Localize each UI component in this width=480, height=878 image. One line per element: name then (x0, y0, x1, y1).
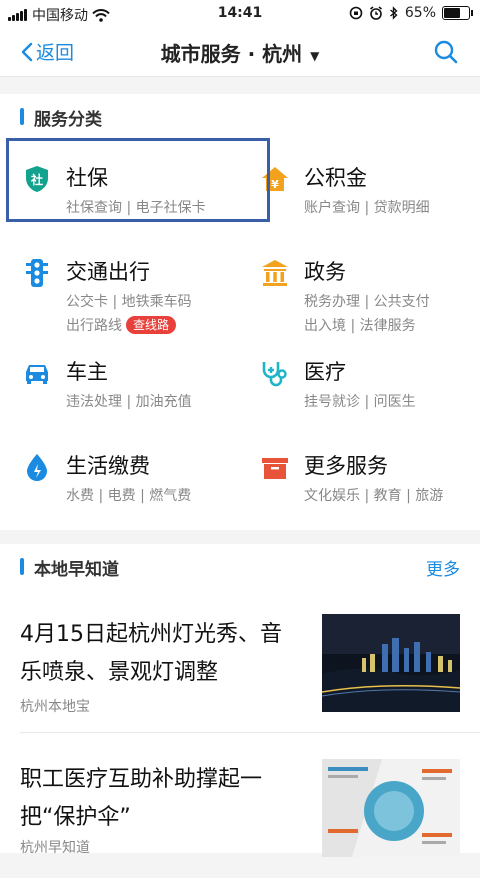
service-name: 医疗 (304, 360, 346, 384)
battery-fill (444, 8, 460, 18)
service-links: 水费 | 电费 | 燃气费 (66, 488, 192, 504)
news-item[interactable]: 4月15日起杭州灯光秀、音乐喷泉、景观灯调整 杭州本地宝 (0, 588, 480, 733)
service-name: 交通出行 (66, 260, 150, 284)
service-name: 社保 (66, 166, 108, 190)
service-links: 社保查询 | 电子社保卡 (66, 200, 206, 216)
service-links: 挂号就诊 | 问医生 (304, 394, 416, 410)
status-right: 65% (349, 5, 473, 21)
section-bar (20, 558, 24, 575)
nav-bar: 返回 城市服务 · 杭州 ▼ (0, 28, 480, 77)
house-fund-icon: ¥ (262, 167, 288, 191)
status-bar: 中国移动 14:41 65% (0, 0, 480, 28)
caret-down-icon: ▼ (310, 48, 320, 63)
news-source: 杭州早知道 (20, 840, 90, 856)
service-medical[interactable]: 医疗 挂号就诊 | 问医生 (260, 356, 480, 416)
orientation-lock-icon (349, 6, 363, 20)
service-links: 账户查询 | 贷款明细 (304, 200, 430, 216)
section-bar (20, 108, 24, 125)
section-title: 本地早知道 (34, 560, 119, 580)
service-car-owner[interactable]: 车主 违法处理 | 加油充值 (22, 356, 252, 416)
stethoscope-icon (262, 362, 287, 387)
news-title: 职工医疗互助补助撑起一把“保护伞” (20, 767, 263, 830)
government-building-icon (262, 260, 288, 286)
news-source: 杭州本地宝 (20, 699, 90, 715)
service-links-row2: 出行路线 查线路 (66, 314, 192, 338)
search-icon[interactable] (432, 38, 460, 66)
service-gongjijin[interactable]: ¥ 公积金 账户查询 | 贷款明细 (260, 162, 480, 222)
service-links-block: 公交卡 | 地铁乘车码 出行路线 查线路 (66, 290, 192, 338)
section-title: 服务分类 (34, 110, 102, 130)
shield-icon-text: 社 (30, 172, 43, 187)
service-links: 违法处理 | 加油充值 (66, 394, 192, 410)
bluetooth-icon (389, 6, 398, 20)
service-traffic[interactable]: 交通出行 公交卡 | 地铁乘车码 出行路线 查线路 (22, 256, 252, 336)
service-links: 税务办理 | 公共支付 (304, 294, 430, 310)
route-link[interactable]: 出行路线 (66, 318, 122, 334)
service-name: 更多服务 (304, 454, 388, 478)
news-title: 4月15日起杭州灯光秀、音乐喷泉、景观灯调整 (20, 622, 282, 685)
city-selector[interactable]: 城市服务 · 杭州 ▼ (0, 38, 480, 67)
service-shebao[interactable]: 社 社保 社保查询 | 电子社保卡 (22, 162, 252, 222)
service-government[interactable]: 政务 税务办理 | 公共支付 出入境 | 法律服务 (260, 256, 480, 336)
svg-text:¥: ¥ (271, 178, 279, 191)
service-links-block: 税务办理 | 公共支付 出入境 | 法律服务 (304, 290, 430, 338)
news-thumbnail (322, 614, 460, 712)
shield-icon: 社 (26, 166, 48, 192)
section-header: 本地早知道 更多 (0, 544, 480, 588)
water-drop-icon (27, 454, 47, 481)
local-news-section: 本地早知道 更多 4月15日起杭州灯光秀、音乐喷泉、景观灯调整 杭州本地宝 职工… (0, 544, 480, 857)
more-news-link[interactable]: 更多 (426, 555, 460, 580)
service-utilities[interactable]: 生活缴费 水费 | 电费 | 燃气费 (22, 450, 252, 510)
page-title: 城市服务 · 杭州 (160, 42, 303, 66)
route-tag-badge[interactable]: 查线路 (126, 316, 177, 334)
battery-percent: 65% (404, 5, 436, 21)
battery-icon (442, 6, 473, 20)
service-name: 政务 (304, 260, 346, 284)
service-links: 文化娱乐 | 教育 | 旅游 (304, 488, 444, 504)
service-links-row2: 出入境 | 法律服务 (304, 318, 416, 334)
service-links: 公交卡 | 地铁乘车码 (66, 294, 192, 310)
service-name: 车主 (66, 360, 108, 384)
service-name: 公积金 (304, 166, 367, 190)
more-services-box-icon (262, 458, 288, 479)
service-more[interactable]: 更多服务 文化娱乐 | 教育 | 旅游 (260, 450, 480, 510)
car-icon (26, 365, 48, 384)
service-name: 生活缴费 (66, 454, 150, 478)
section-header: 服务分类 (0, 94, 480, 138)
alarm-icon (369, 6, 382, 20)
traffic-light-icon (26, 259, 48, 287)
news-item[interactable]: 职工医疗互助补助撑起一把“保护伞” 杭州早知道 (0, 733, 480, 878)
news-thumbnail (322, 759, 460, 857)
